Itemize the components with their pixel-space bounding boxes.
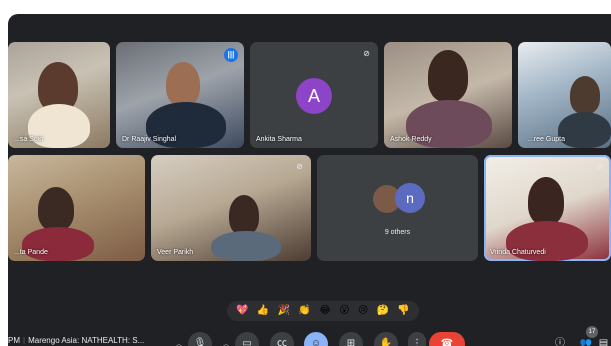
raise-hand-button[interactable]: ✋ <box>374 332 398 346</box>
participant-video <box>428 50 468 102</box>
reaction-sad[interactable]: 😢 <box>358 305 368 317</box>
mic-off-icon: ⊘ <box>296 162 303 171</box>
info-button[interactable]: ⓘ <box>548 332 572 346</box>
end-call-icon: ☎ <box>440 338 454 346</box>
raise-hand-icon: ✋ <box>379 338 393 346</box>
participant-tile[interactable]: ||| Dr Raajiv Singhal <box>116 42 244 148</box>
participant-tile[interactable]: ⊘ A Ankita Sharma <box>250 42 378 148</box>
meeting-time: PM <box>8 336 20 345</box>
chat-icon: ▤ <box>598 338 609 346</box>
participant-video <box>570 76 600 114</box>
chevron-up-icon[interactable]: ︿ <box>219 332 233 346</box>
reaction-party[interactable]: 🎉 <box>278 305 290 317</box>
meeting-title: Marengo Asia: NATHEALTH: S... <box>28 336 145 345</box>
participant-name: Veer Parikh <box>157 249 194 256</box>
reaction-thumbs-up[interactable]: 👍 <box>257 305 269 317</box>
avatar: A <box>296 78 332 114</box>
participant-video <box>38 187 74 231</box>
participant-name: Ashok Reddy <box>390 136 432 143</box>
chevron-up-icon[interactable]: ︿ <box>172 332 186 346</box>
participant-name: Dr Raajiv Singhal <box>122 136 177 143</box>
mic-off-icon: ⊘ <box>596 162 603 171</box>
people-icon: 👥 <box>579 338 593 346</box>
reactions-bar: 💖 👍 🎉 👏 😂 😮 😢 🤔 👎 <box>227 301 419 321</box>
captions-button[interactable]: ㏄ <box>270 332 294 346</box>
emoji-icon: ☺ <box>310 338 322 346</box>
reaction-surprised[interactable]: 😮 <box>339 305 349 317</box>
mic-off-icon: ⊘ <box>363 49 370 58</box>
present-button[interactable]: ⊞ <box>339 332 363 346</box>
participant-tile[interactable]: ...ta Pande <box>8 155 145 261</box>
reaction-thumbs-down[interactable]: 👎 <box>397 305 409 317</box>
participant-video <box>528 177 564 225</box>
mic-button[interactable]: 🎙 <box>188 332 212 346</box>
speaking-indicator-icon: ||| <box>224 48 238 62</box>
participant-video-body <box>558 112 611 148</box>
meeting-window: ...sa Soin ||| Dr Raajiv Singhal ⊘ A Ank… <box>8 14 611 346</box>
participant-name: Ankita Sharma <box>256 136 302 143</box>
participant-tile[interactable]: ⊘ Veer Parikh <box>151 155 311 261</box>
participant-tile[interactable]: ...sa Soin <box>8 42 110 148</box>
present-icon: ⊞ <box>346 338 356 346</box>
reaction-heart[interactable]: 💖 <box>236 305 248 317</box>
participant-video <box>229 195 259 235</box>
more-options-button[interactable]: ⋮ <box>408 332 426 346</box>
camera-button[interactable]: ▭ <box>235 332 259 346</box>
microphone-icon: 🎙 <box>193 338 207 346</box>
reaction-thinking[interactable]: 🤔 <box>377 305 389 317</box>
participant-video <box>166 62 200 106</box>
avatar: n <box>395 183 425 213</box>
participant-name: ...sa Soin <box>14 136 44 143</box>
chat-button[interactable]: ▤ <box>596 332 611 346</box>
participant-name: Vrinda Chaturvedi <box>490 249 546 256</box>
meeting-info: PM | Marengo Asia: NATHEALTH: S... <box>8 336 145 345</box>
emoji-button[interactable]: ☺ <box>304 332 328 346</box>
end-call-button[interactable]: ☎ <box>429 332 465 346</box>
camera-icon: ▭ <box>242 338 252 346</box>
info-icon: ⓘ <box>555 338 565 346</box>
participant-tile[interactable]: Ashok Reddy <box>384 42 512 148</box>
captions-icon: ㏄ <box>277 338 287 346</box>
others-count: 9 others <box>384 229 411 236</box>
more-vert-icon: ⋮ <box>412 338 422 346</box>
participant-video-body <box>211 231 281 261</box>
participant-tile[interactable]: ...ree Gupta <box>518 42 611 148</box>
reaction-clap[interactable]: 👏 <box>298 305 310 317</box>
others-tile[interactable]: n 9 others <box>317 155 478 261</box>
participant-name: ...ree Gupta <box>528 136 565 143</box>
participant-name: ...ta Pande <box>14 249 48 256</box>
participant-tile[interactable]: ⊘ Vrinda Chaturvedi <box>484 155 611 261</box>
reaction-laugh[interactable]: 😂 <box>319 305 331 317</box>
